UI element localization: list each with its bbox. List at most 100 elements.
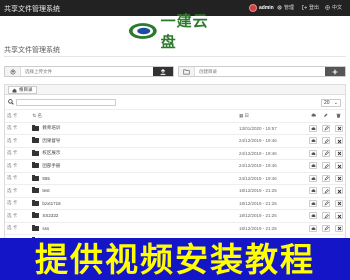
date-cell: 24/12/2019 - 19:46 <box>236 159 307 172</box>
upload-file-input[interactable] <box>21 67 153 76</box>
table-row[interactable]: 选 卡 bzxt1718 18/12/2019 - 21:25 <box>5 196 345 210</box>
file-table: 选 卡 ⇅ 名 ▦ 日 选 卡教师培训 13/01/2020 - 15:57 选 卡… <box>5 109 345 247</box>
pencil-icon <box>324 138 329 144</box>
cloud-download-icon <box>311 139 316 143</box>
cloud-download-icon <box>311 177 316 180</box>
banner-text: 提供视频安装教程 <box>35 239 315 279</box>
close-icon <box>337 226 341 231</box>
avatar <box>249 4 257 12</box>
cloud-download-icon <box>311 127 316 130</box>
edit-button[interactable] <box>321 224 330 232</box>
username: admin <box>259 5 274 11</box>
date-cell: 18/12/2019 - 21:25 <box>236 184 307 197</box>
divider <box>4 56 346 57</box>
row-select[interactable]: 选 卡 <box>5 171 31 185</box>
row-select[interactable]: 选 卡 <box>5 221 31 235</box>
nav-logout[interactable]: 登出 <box>302 4 319 11</box>
delete-button[interactable] <box>334 137 343 145</box>
edit-button[interactable] <box>321 174 330 182</box>
edit-button[interactable] <box>321 187 330 195</box>
file-name: 因果督导 <box>42 137 61 143</box>
table-row[interactable]: 选 卡 555 24/12/2019 - 19:46 <box>5 171 345 185</box>
delete-button[interactable] <box>334 199 343 207</box>
row-select[interactable]: 选 卡 <box>5 134 31 147</box>
breadcrumb[interactable]: 根目录 <box>8 86 37 94</box>
file-name-cell[interactable]: 校区展示 <box>30 146 237 160</box>
app-title[interactable]: 共享文件管理系统 <box>4 4 60 14</box>
file-name-cell[interactable]: test <box>30 184 237 197</box>
file-name-cell[interactable]: bzxt1718 <box>30 196 237 210</box>
file-name-cell[interactable]: SS2332 <box>30 209 237 222</box>
file-name-cell[interactable]: 因果督导 <box>30 134 237 147</box>
page-title: 共享文件管理系统 <box>4 47 60 54</box>
folder-icon <box>179 67 195 76</box>
row-select[interactable]: 选 卡 <box>5 209 31 222</box>
folder-icon <box>32 212 40 219</box>
edit-button[interactable] <box>321 162 330 170</box>
table-row[interactable]: 选 卡 SS2332 18/12/2019 - 21:25 <box>5 209 345 222</box>
cloud-download-icon <box>311 113 316 117</box>
nav-language[interactable]: 中文 <box>325 4 342 11</box>
row-select[interactable]: 选 卡 <box>5 159 31 172</box>
download-button[interactable] <box>309 162 318 170</box>
cloud-download-icon <box>311 202 316 205</box>
table-row[interactable]: 选 卡 test 18/12/2019 - 21:25 <box>5 184 345 197</box>
file-name: bzxt1718 <box>42 200 61 206</box>
pencil-icon <box>324 213 329 219</box>
select-all-header[interactable]: 选 卡 <box>5 109 31 122</box>
date-column-header[interactable]: ▦ 日 <box>236 109 307 122</box>
pencil-icon <box>324 151 329 156</box>
edit-button[interactable] <box>321 212 330 220</box>
create-folder-button[interactable] <box>325 67 345 76</box>
upload-button[interactable] <box>153 67 173 76</box>
pencil-icon <box>324 113 328 117</box>
folder-name-input[interactable] <box>195 67 325 76</box>
name-column-header[interactable]: ⇅ 名 <box>30 109 237 122</box>
upload-group <box>4 66 174 77</box>
delete-button[interactable] <box>334 124 343 132</box>
file-name-cell[interactable]: 团部手册 <box>30 159 237 172</box>
edit-button[interactable] <box>321 149 330 157</box>
delete-button[interactable] <box>334 224 343 232</box>
table-row[interactable]: 选 卡 sss 18/12/2019 - 21:25 <box>5 221 345 235</box>
table-row[interactable]: 选 卡 团部手册 24/12/2019 - 19:46 <box>5 159 345 172</box>
row-select[interactable]: 选 卡 <box>5 196 31 210</box>
delete-button[interactable] <box>334 187 343 195</box>
row-select[interactable]: 选 卡 <box>5 184 31 197</box>
file-name-cell[interactable]: 555 <box>30 171 237 185</box>
delete-button[interactable] <box>334 212 343 220</box>
page-size-select[interactable]: 20 ⌄ <box>321 99 341 107</box>
download-button[interactable] <box>309 137 318 145</box>
delete-button[interactable] <box>334 149 343 157</box>
download-button[interactable] <box>309 187 318 195</box>
date-cell: 24/12/2019 - 19:46 <box>236 134 307 147</box>
edit-button[interactable] <box>321 199 330 207</box>
table-row[interactable]: 选 卡 因果督导 24/12/2019 - 19:46 <box>5 134 345 147</box>
download-button[interactable] <box>309 174 318 182</box>
download-button[interactable] <box>309 149 318 157</box>
pencil-icon <box>324 126 329 131</box>
delete-button[interactable] <box>334 174 343 182</box>
nav-manage[interactable]: 管理 <box>277 4 294 11</box>
file-name: test <box>42 188 50 194</box>
row-select[interactable]: 选 卡 <box>5 121 31 135</box>
edit-button[interactable] <box>321 124 330 132</box>
edit-button[interactable] <box>321 137 330 145</box>
date-cell: 24/12/2019 - 19:46 <box>236 171 307 185</box>
table-row[interactable]: 选 卡 教师培训 13/01/2020 - 15:57 <box>5 121 345 135</box>
search-input[interactable] <box>16 99 116 106</box>
delete-button[interactable] <box>334 162 343 170</box>
close-icon <box>337 214 341 219</box>
file-name-cell[interactable]: sss <box>30 221 237 235</box>
download-button[interactable] <box>309 212 318 220</box>
user-menu[interactable]: admin <box>249 3 274 13</box>
table-row[interactable]: 选 卡 校区展示 24/12/2019 - 19:46 <box>5 146 345 160</box>
download-button[interactable] <box>309 199 318 207</box>
cloud-logo-icon <box>128 23 157 39</box>
file-name-cell[interactable]: 教师培训 <box>30 121 237 135</box>
close-icon <box>337 176 341 181</box>
download-button[interactable] <box>309 124 318 132</box>
download-button[interactable] <box>309 224 318 232</box>
row-select[interactable]: 选 卡 <box>5 146 31 160</box>
close-icon <box>337 189 341 194</box>
